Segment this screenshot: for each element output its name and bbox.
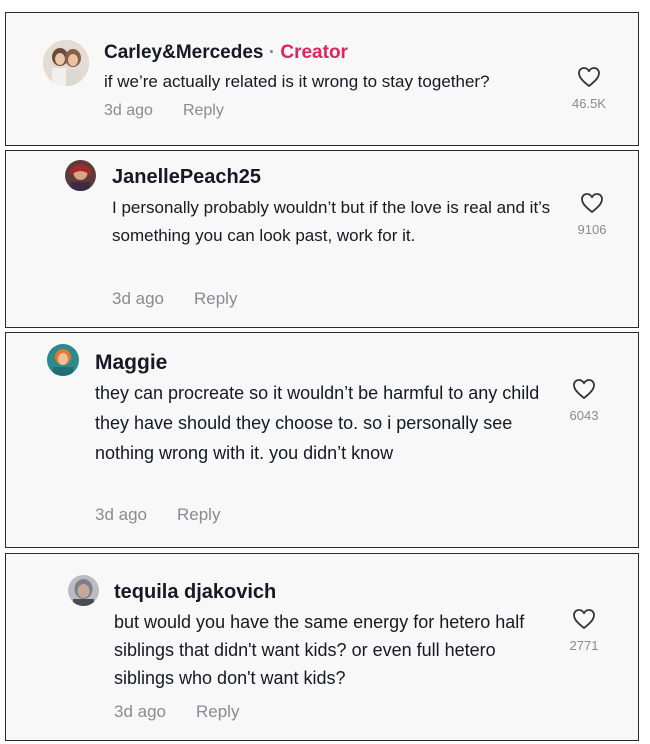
like-button[interactable]: 2771 [554, 608, 614, 653]
avatar[interactable] [43, 40, 89, 86]
avatar[interactable] [68, 575, 99, 606]
comment-card: Carley&Mercedes · Creator if we’re actua… [5, 12, 639, 146]
comment-username[interactable]: Carley&Mercedes · Creator [104, 42, 348, 64]
reply-button[interactable]: Reply [177, 505, 220, 524]
like-button[interactable]: 9106 [562, 192, 622, 237]
heart-outline-icon [573, 609, 595, 629]
comment-meta: 3d ago Reply [104, 102, 224, 120]
reply-button[interactable]: Reply [196, 702, 239, 721]
avatar[interactable] [65, 160, 96, 191]
heart-outline-icon [573, 379, 595, 399]
comment-text: but would you have the same energy for h… [114, 612, 525, 688]
comment-card: tequila djakovich but would you have the… [5, 553, 639, 741]
username-text[interactable]: Carley&Mercedes [104, 42, 263, 63]
reply-button[interactable]: Reply [183, 102, 224, 119]
comment-meta: 3d ago Reply [112, 289, 237, 309]
reply-button[interactable]: Reply [194, 289, 237, 308]
comment-meta: 3d ago Reply [95, 505, 220, 525]
comment-timestamp: 3d ago [114, 702, 166, 721]
separator-dot: · [268, 42, 276, 63]
comment-card: JanellePeach25 I personally probably wou… [5, 150, 639, 328]
like-count: 2771 [569, 638, 599, 653]
creator-badge: Creator [280, 42, 348, 63]
heart-outline-icon [578, 67, 600, 87]
like-button[interactable]: 46.5K [559, 66, 619, 111]
comment-meta: 3d ago Reply [114, 702, 239, 722]
comment-timestamp: 3d ago [104, 102, 153, 119]
comment-username[interactable]: Maggie [95, 351, 167, 375]
comment-timestamp: 3d ago [95, 505, 147, 524]
comment-username[interactable]: JanellePeach25 [112, 166, 261, 189]
like-button[interactable]: 6043 [554, 378, 614, 423]
comment-timestamp: 3d ago [112, 289, 164, 308]
like-count: 9106 [577, 222, 607, 237]
comment-username[interactable]: tequila djakovich [114, 581, 276, 604]
avatar[interactable] [47, 344, 79, 376]
comment-card: Maggie they can procreate so it wouldn’t… [5, 332, 639, 548]
heart-outline-icon [581, 193, 603, 213]
like-count: 6043 [569, 408, 599, 423]
comment-text: if we’re actually related is it wrong to… [104, 72, 490, 91]
comment-text: they can procreate so it wouldn’t be har… [95, 383, 540, 463]
like-count: 46.5K [572, 96, 606, 111]
comment-text: I personally probably wouldn’t but if th… [112, 198, 551, 245]
